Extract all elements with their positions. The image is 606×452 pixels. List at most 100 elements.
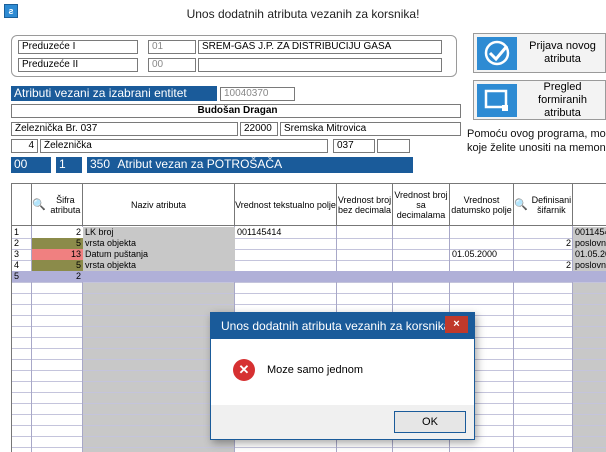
- header-sifra-label: Šifra atributa: [50, 194, 81, 215]
- cell-naziv[interactable]: Datum puštanja: [83, 249, 235, 260]
- company1-label: Preduzeće I: [18, 40, 138, 54]
- attr-code-c: 350: [90, 157, 111, 171]
- table-row[interactable]: 4 5 vrsta objekta 2 poslovni: [12, 260, 606, 271]
- preview-icon: [477, 84, 517, 117]
- table-row[interactable]: 313Datum puštanja 01.05.2000 01.05.200: [12, 249, 606, 260]
- search-icon[interactable]: 🔍: [514, 199, 528, 210]
- cell-broj_bez[interactable]: [337, 227, 393, 238]
- cell-datum[interactable]: 01.05.2000: [450, 249, 514, 260]
- cell-sifra[interactable]: 5: [32, 260, 83, 271]
- attr-label-bar: 350 Atribut vezan za POTROŠAČA: [87, 157, 413, 173]
- company2-label: Preduzeće II: [18, 58, 138, 72]
- cell-num[interactable]: 1: [12, 227, 32, 238]
- entity-code-field[interactable]: 10040370: [220, 87, 295, 101]
- house-number-field[interactable]: 037: [333, 139, 375, 153]
- ok-button[interactable]: OK: [394, 411, 466, 433]
- city-field[interactable]: Sremska Mitrovica: [280, 122, 461, 136]
- dialog-body: ✕ Moze samo jednom: [211, 339, 474, 405]
- cell-datum[interactable]: [450, 238, 514, 249]
- street-name-field[interactable]: Železnička: [40, 139, 328, 153]
- cell-broj_sa[interactable]: [393, 271, 450, 282]
- table-row[interactable]: 1 2 LK broj 001145414 0011454: [12, 227, 606, 238]
- info-text: Pomoću ovog programa, može koje želite u…: [467, 127, 606, 155]
- attr-code-b: 1: [56, 157, 82, 173]
- cell-datum[interactable]: [450, 227, 514, 238]
- street-field[interactable]: Železnička Br. 037: [11, 122, 238, 136]
- cell-tekst[interactable]: [235, 238, 337, 249]
- pregled-button-label: Pregled formiranih atributa: [538, 80, 587, 119]
- company2-name-field[interactable]: [198, 58, 442, 72]
- cell-broj_sa[interactable]: [393, 227, 450, 238]
- error-icon: ✕: [233, 359, 255, 381]
- cell-definisani[interactable]: 2: [514, 260, 573, 271]
- cell-sifra[interactable]: 2: [32, 227, 83, 238]
- header-datum: Vrednost datumsko polje: [450, 184, 514, 226]
- cell-num[interactable]: 5: [12, 271, 32, 282]
- prijava-novog-atributa-button[interactable]: Prijava novog atributa: [473, 33, 606, 73]
- cell-definisani[interactable]: 2: [514, 238, 573, 249]
- header-rownum: [12, 184, 32, 226]
- cell-sifra[interactable]: 2: [32, 271, 83, 282]
- cell-broj_sa[interactable]: [393, 238, 450, 249]
- cell-extra[interactable]: 01.05.200: [573, 249, 606, 260]
- cell-sifra[interactable]: 13: [32, 249, 83, 260]
- postal-field[interactable]: 22000: [240, 122, 278, 136]
- cell-broj_bez[interactable]: [337, 271, 393, 282]
- company2-code-field[interactable]: 00: [148, 58, 196, 72]
- cell-broj_bez[interactable]: [337, 249, 393, 260]
- company1-code-field[interactable]: 01: [148, 40, 196, 54]
- cell-extra[interactable]: poslovni: [573, 238, 606, 249]
- cell-broj_bez[interactable]: [337, 260, 393, 271]
- info-line-1: Pomoću ovog programa, može: [467, 128, 606, 140]
- entity-name-field: Budošan Dragan: [11, 104, 461, 118]
- header-definisani-label: Definisani šifarnik: [531, 194, 572, 215]
- cell-num[interactable]: 4: [12, 260, 32, 271]
- cell-naziv[interactable]: vrsta objekta: [83, 238, 235, 249]
- cell-broj_bez[interactable]: [337, 238, 393, 249]
- street-number-field[interactable]: 4: [11, 139, 38, 153]
- cell-sifra[interactable]: 5: [32, 238, 83, 249]
- attr-code-a: 00: [11, 157, 51, 173]
- company1-name-field[interactable]: SREM-GAS J.P. ZA DISTRIBUCIJU GASA: [198, 40, 442, 54]
- extra-field[interactable]: [377, 139, 410, 153]
- cell-extra[interactable]: 0011454: [573, 227, 606, 238]
- dialog-title: Unos dodatnih atributa vezanih za korsni…: [211, 313, 474, 339]
- close-icon[interactable]: ×: [445, 316, 468, 333]
- header-definisani[interactable]: 🔍 Definisani šifarnik: [514, 184, 573, 226]
- cell-datum[interactable]: [450, 271, 514, 282]
- header-broj-sa: Vrednost broj sa decimalama: [393, 184, 450, 226]
- cell-num[interactable]: 2: [12, 238, 32, 249]
- search-icon[interactable]: 🔍: [32, 199, 46, 210]
- company-box: Preduzeće I 01 SREM-GAS J.P. ZA DISTRIBU…: [11, 35, 457, 77]
- cell-naziv[interactable]: LK broj: [83, 227, 235, 238]
- header-extra: [573, 184, 606, 226]
- header-sifra[interactable]: 🔍 Šifra atributa: [32, 184, 83, 226]
- prijava-button-label: Prijava novog atributa: [529, 40, 596, 65]
- cell-extra[interactable]: [573, 271, 606, 282]
- cell-extra[interactable]: poslovni: [573, 260, 606, 271]
- attr-label: Atribut vezan za POTROŠAČA: [117, 157, 283, 171]
- header-naziv: Naziv atributa: [83, 184, 235, 226]
- cell-tekst[interactable]: [235, 260, 337, 271]
- pregled-formiranih-atributa-button[interactable]: Pregled formiranih atributa: [473, 80, 606, 120]
- entity-title: Atributi vezani za izabrani entitet: [11, 86, 217, 101]
- cell-broj_sa[interactable]: [393, 260, 450, 271]
- cell-num[interactable]: 3: [12, 249, 32, 260]
- cell-naziv[interactable]: [83, 271, 235, 282]
- checkmark-icon: [477, 37, 517, 70]
- cell-datum[interactable]: [450, 260, 514, 271]
- cell-broj_sa[interactable]: [393, 249, 450, 260]
- cell-tekst[interactable]: 001145414: [235, 227, 337, 238]
- info-line-2: koje želite unositi na memon: [467, 142, 606, 154]
- cell-tekst[interactable]: [235, 271, 337, 282]
- cell-definisani[interactable]: [514, 249, 573, 260]
- cell-naziv[interactable]: vrsta objekta: [83, 260, 235, 271]
- table-row[interactable]: 52: [12, 271, 606, 282]
- cell-definisani[interactable]: [514, 271, 573, 282]
- title-bar: ƨ Unos dodatnih atributa vezanih za kors…: [0, 0, 606, 27]
- cell-tekst[interactable]: [235, 249, 337, 260]
- window-title: Unos dodatnih atributa vezanih za korsni…: [186, 7, 420, 21]
- header-tekst: Vrednost tekstualno polje: [235, 184, 337, 226]
- table-row[interactable]: 2 5 vrsta objekta 2 poslovni: [12, 238, 606, 249]
- cell-definisani[interactable]: [514, 227, 573, 238]
